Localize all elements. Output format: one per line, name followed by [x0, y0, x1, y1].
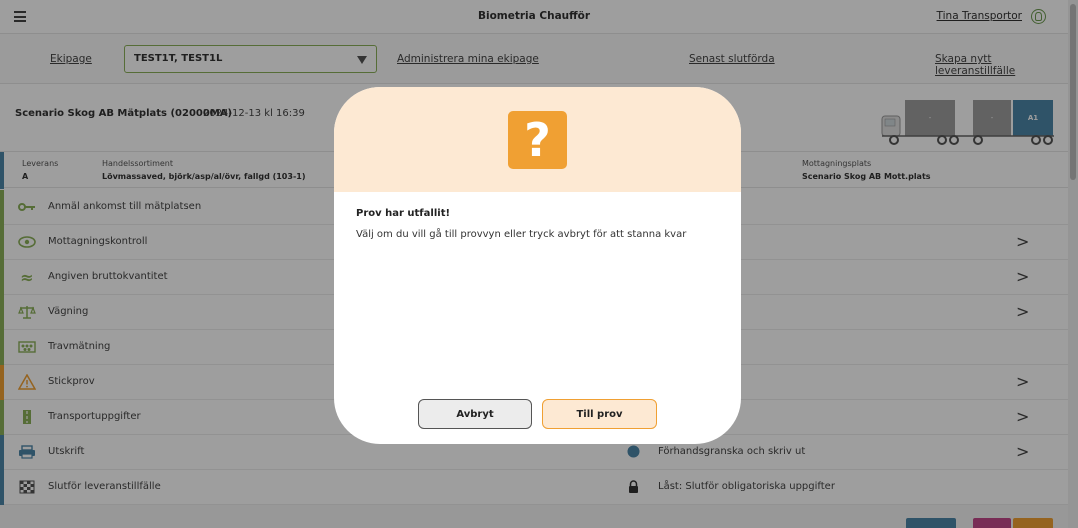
- dialog-header: ?: [334, 87, 741, 192]
- dialog-title: Prov har utfallit!: [356, 208, 451, 219]
- question-icon: ?: [508, 111, 567, 169]
- dialog-message: Välj om du vill gå till provvyn eller tr…: [356, 229, 687, 240]
- cancel-button[interactable]: Avbryt: [418, 399, 532, 429]
- sample-dialog: ? Prov har utfallit! Välj om du vill gå …: [334, 87, 741, 444]
- go-to-sample-button[interactable]: Till prov: [542, 399, 657, 429]
